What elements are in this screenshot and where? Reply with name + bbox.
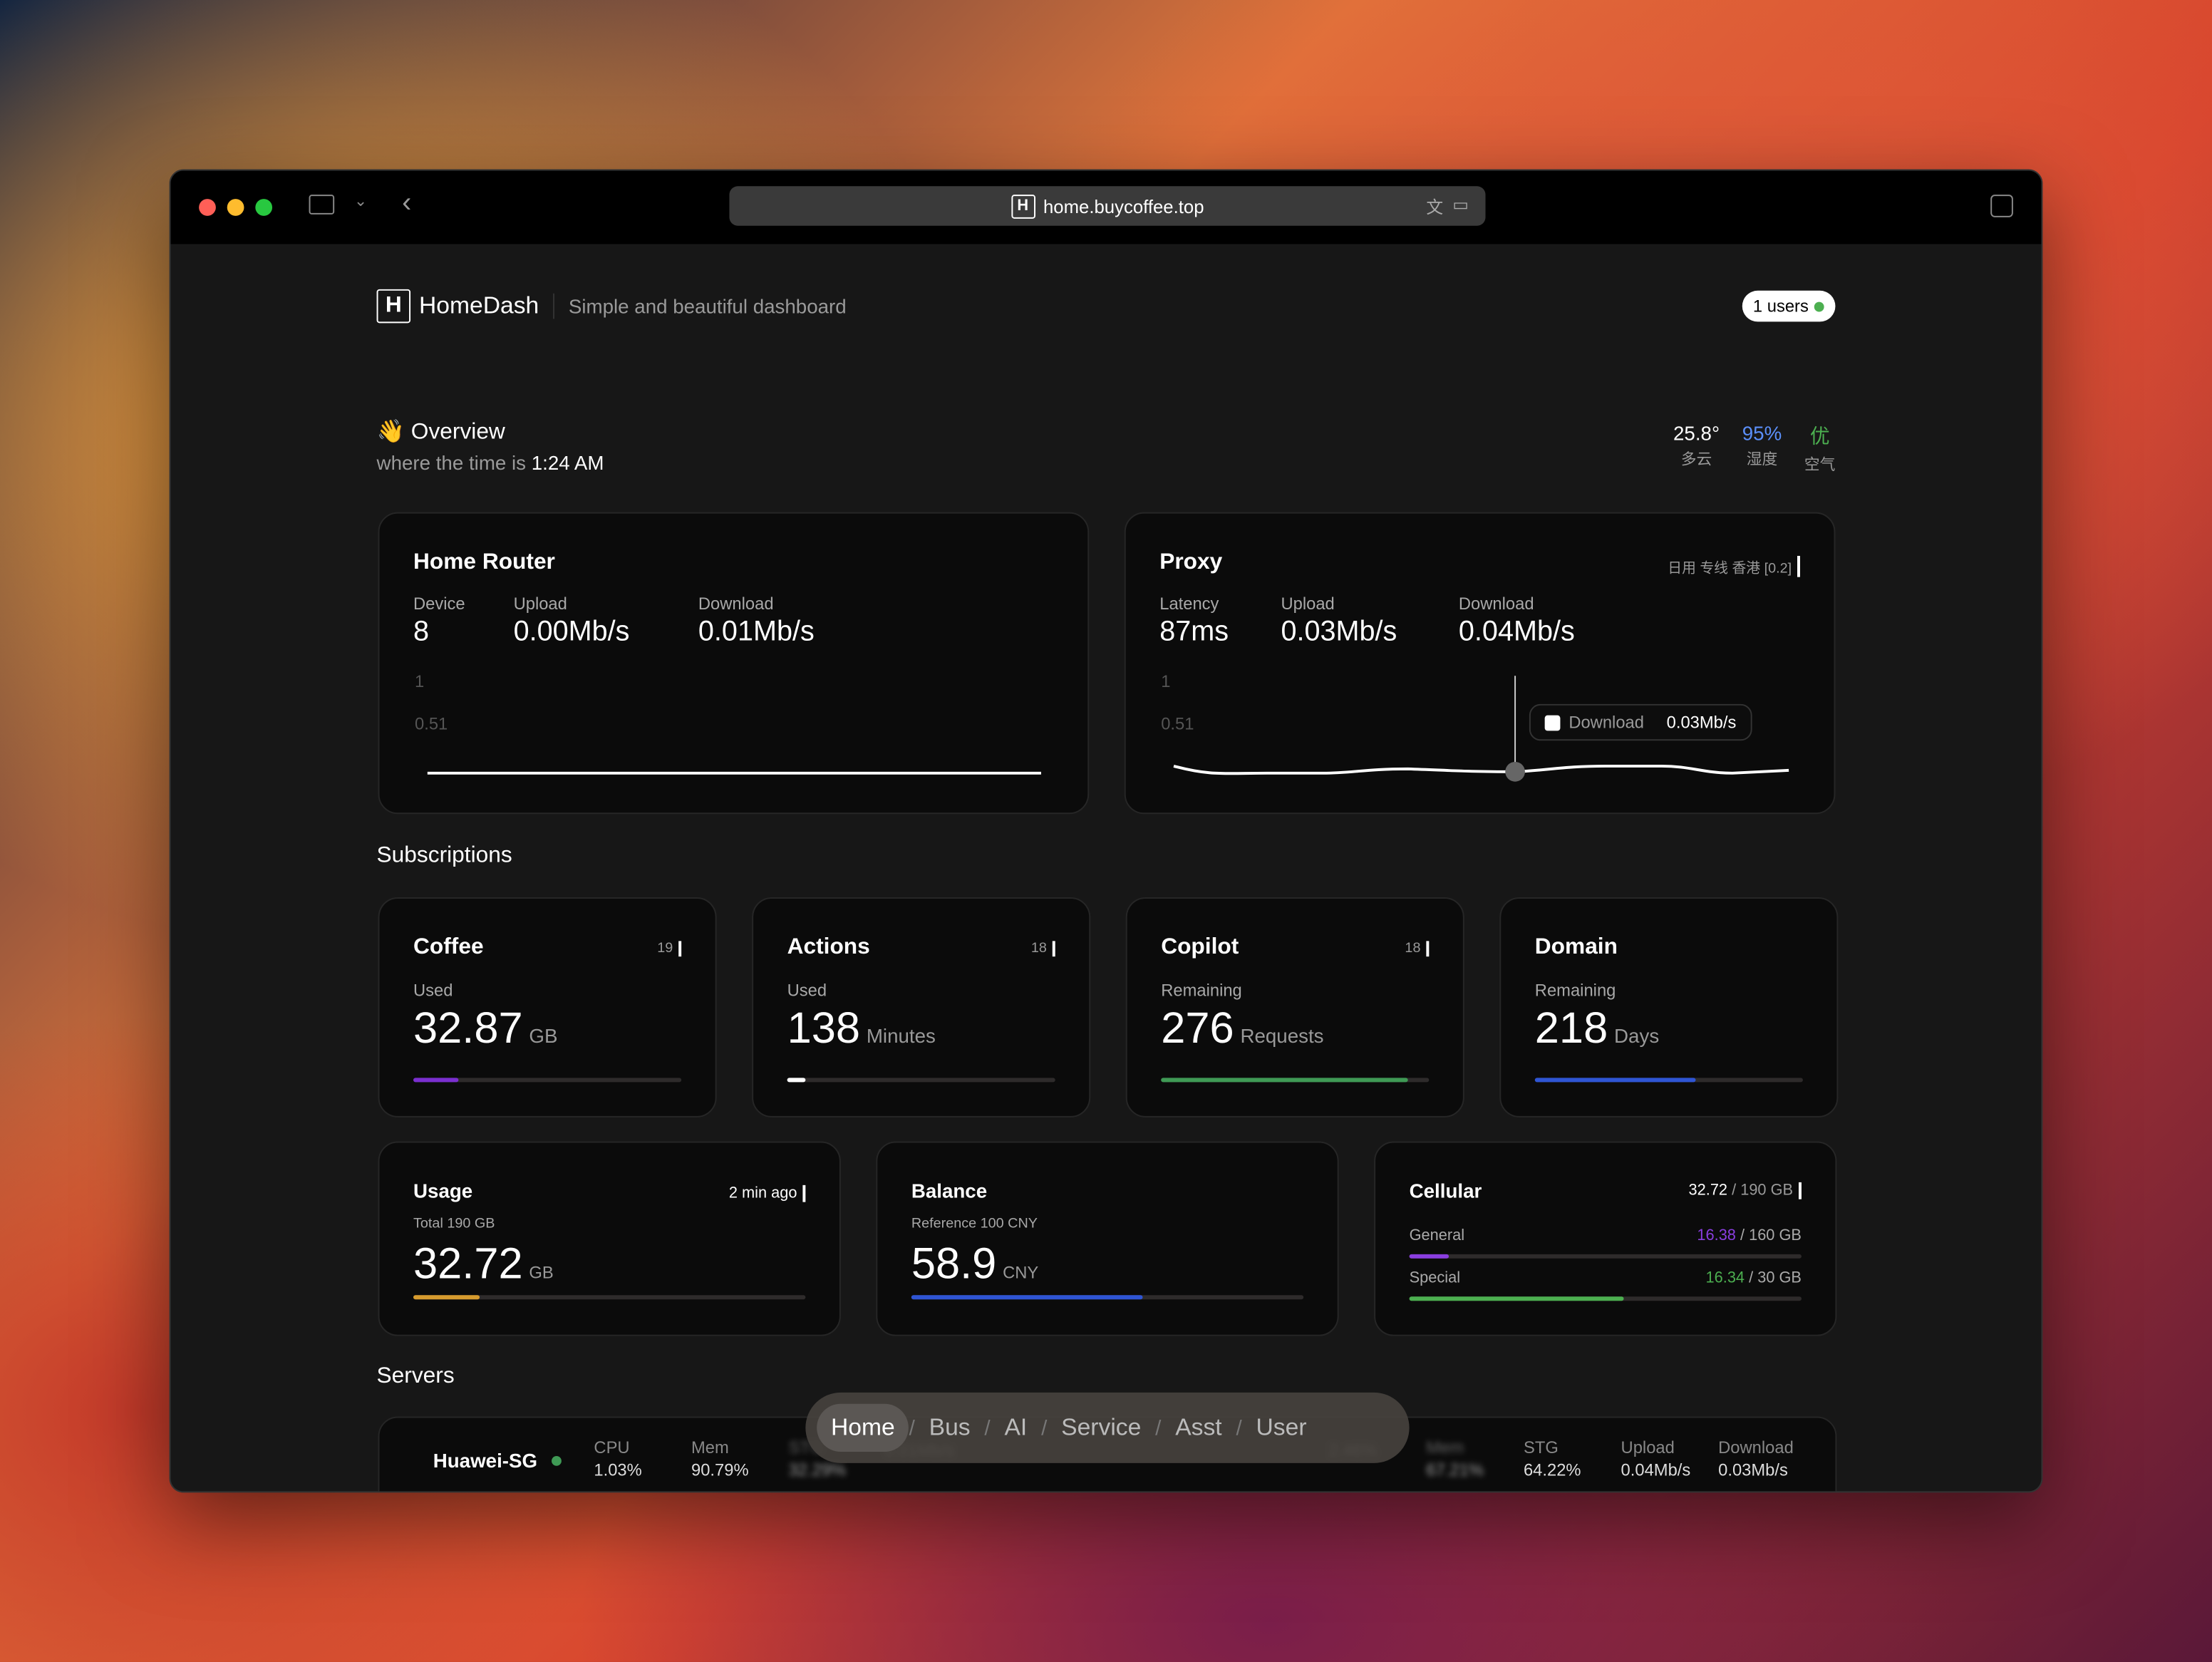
subscription-card-coffee[interactable]: Coffee 19 Used 32.87 GB xyxy=(378,897,717,1118)
card-title: Cellular xyxy=(1409,1179,1482,1202)
subscription-card-domain[interactable]: Domain Remaining 218 Days xyxy=(1499,897,1839,1118)
nav-separator: / xyxy=(984,1415,991,1440)
progress-bar xyxy=(787,1078,1055,1083)
address-bar[interactable]: H home.buycoffee.top 文 ▭ xyxy=(729,186,1486,226)
progress-bar xyxy=(1161,1078,1430,1083)
usage-card: Usage 2 min ago Total 190 GB 32.72 GB xyxy=(378,1141,841,1336)
weather-item: 95% 湿度 xyxy=(1742,421,1782,469)
nav-item-service[interactable]: Service xyxy=(1047,1404,1155,1452)
server-metric: CPU 1.03% xyxy=(594,1438,642,1480)
overview-title: 👋 Overview xyxy=(376,420,505,445)
server-metric: Download 0.03Mb/s xyxy=(1718,1438,1794,1480)
browser-window: ⌄ ‹ H home.buycoffee.top 文 ▭ H HomeDash … xyxy=(169,169,2043,1493)
nav-item-bus[interactable]: Bus xyxy=(915,1404,985,1452)
proxy-card: Proxy 日用 专线 香港 [0.2] Latency 87ms Upload 0.… xyxy=(1124,512,1837,816)
back-icon[interactable]: ‹ xyxy=(402,187,411,220)
tabs-overview-icon[interactable] xyxy=(1990,195,2013,217)
nav-item-home[interactable]: Home xyxy=(817,1403,909,1452)
cellular-card: Cellular 32.72 / 190 GB General 16.38 / … xyxy=(1374,1141,1837,1336)
tagline: Simple and beautiful dashboard xyxy=(568,294,847,318)
app-name[interactable]: HomeDash xyxy=(419,292,539,321)
logo: H xyxy=(376,289,411,324)
count-badge: 18 xyxy=(1031,941,1055,957)
cellular-total: 32.72 / 190 GB xyxy=(1689,1182,1802,1199)
progress-bar xyxy=(413,1078,682,1083)
time-line: where the time is 1:24 AM xyxy=(376,451,604,475)
hover-point xyxy=(1505,761,1525,782)
count-badge: 19 xyxy=(657,941,682,957)
chevron-down-icon[interactable]: ⌄ xyxy=(354,192,367,210)
translate-icon[interactable]: 文 xyxy=(1426,195,1443,219)
updated-badge: 2 min ago xyxy=(729,1184,806,1202)
sidebar-toggle-icon[interactable] xyxy=(309,195,335,215)
titlebar: ⌄ ‹ H home.buycoffee.top 文 ▭ xyxy=(170,170,2042,244)
server-metric: Upload 0.04Mb/s xyxy=(1621,1438,1691,1480)
nav-separator: / xyxy=(1236,1415,1242,1440)
server-metric: STG 64.22% xyxy=(1523,1438,1581,1480)
desktop: ⌄ ‹ H home.buycoffee.top 文 ▭ H HomeDash … xyxy=(0,0,2212,1662)
count-badge: 18 xyxy=(1405,941,1430,957)
weather-widget: 25.8° 多云 95% 湿度优空气 xyxy=(1673,422,1835,475)
progress-bar xyxy=(1534,1078,1803,1083)
weather-item: 25.8° 多云 xyxy=(1673,421,1720,469)
reader-icon[interactable]: ▭ xyxy=(1452,195,1468,215)
reference-label: Reference 100 CNY xyxy=(911,1216,1038,1232)
nav-separator: / xyxy=(1041,1415,1048,1440)
balance-value: 58.9 xyxy=(911,1239,997,1289)
proxy-chart[interactable] xyxy=(1126,514,1837,816)
users-badge[interactable]: 1 users xyxy=(1742,290,1836,322)
wave-icon: 👋 xyxy=(376,420,405,445)
nav-separator: / xyxy=(909,1415,915,1440)
chart-tooltip: Download 0.03Mb/s xyxy=(1529,703,1752,741)
balance-card: Balance Reference 100 CNY 58.9 CNY xyxy=(876,1141,1339,1336)
minimize-button[interactable] xyxy=(227,199,244,216)
balance-progress xyxy=(911,1295,1304,1300)
server-metric: Mem 90.79% xyxy=(691,1438,749,1480)
current-time: 1:24 AM xyxy=(531,451,604,475)
subscription-card-actions[interactable]: Actions 18 Used 138 Minutes xyxy=(752,897,1091,1118)
close-button[interactable] xyxy=(199,199,216,216)
card-title: Balance xyxy=(911,1179,988,1202)
section-title-subscriptions: Subscriptions xyxy=(376,843,512,868)
app-header: H HomeDash Simple and beautiful dashboar… xyxy=(376,289,847,324)
nav-item-user[interactable]: User xyxy=(1242,1404,1321,1452)
card-title: Usage xyxy=(413,1179,473,1202)
server-metric: Mem 67.21% xyxy=(1426,1438,1484,1480)
weather-item: 优空气 xyxy=(1804,424,1836,475)
total-label: Total 190 GB xyxy=(413,1216,495,1232)
server-name: Huawei-SG xyxy=(433,1449,538,1472)
online-dot-icon xyxy=(1814,301,1824,311)
nav-item-ai[interactable]: AI xyxy=(991,1404,1041,1452)
bottom-nav: Home / Bus / AI / Service / Asst / User xyxy=(805,1392,1410,1463)
nav-item-asst[interactable]: Asst xyxy=(1161,1404,1236,1452)
subscription-card-copilot[interactable]: Copilot 18 Remaining 276 Requests xyxy=(1125,897,1464,1118)
home-router-card: Home Router Device 8 Upload 0.00Mb/s Downloa… xyxy=(378,512,1090,815)
usage-progress xyxy=(413,1295,806,1300)
router-chart xyxy=(427,771,1041,775)
series-swatch-icon xyxy=(1544,714,1561,731)
users-count: 1 users xyxy=(1752,296,1809,316)
usage-value: 32.72 xyxy=(413,1239,523,1289)
nav-separator: / xyxy=(1155,1415,1162,1440)
site-favicon-icon: H xyxy=(1011,194,1035,218)
download-line xyxy=(1173,764,1789,775)
section-title-servers: Servers xyxy=(376,1364,455,1388)
url-text: home.buycoffee.top xyxy=(1043,195,1204,217)
status-dot-icon xyxy=(552,1455,562,1466)
maximize-button[interactable] xyxy=(255,199,273,216)
